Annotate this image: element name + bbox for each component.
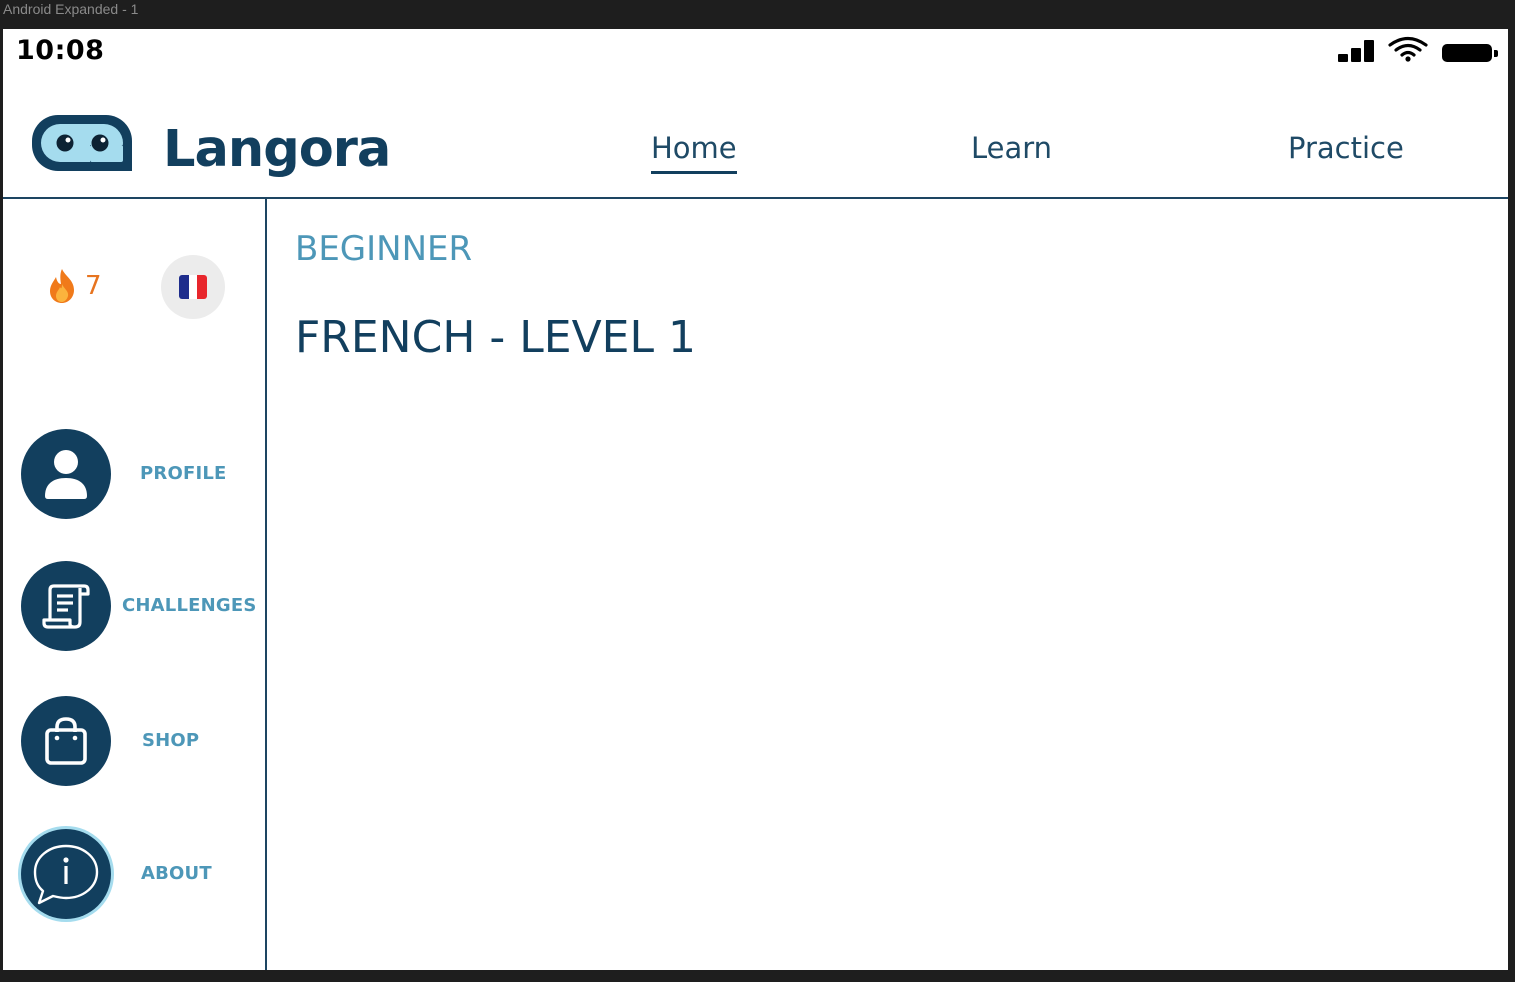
sidebar-item-shop[interactable]: SHOP xyxy=(21,696,265,788)
frame-label: Android Expanded - 1 xyxy=(3,1,139,17)
robot-face-icon[interactable] xyxy=(32,115,132,171)
streak-counter: 7 xyxy=(47,268,102,304)
flame-icon xyxy=(50,269,74,303)
nav-learn[interactable]: Learn xyxy=(971,131,1052,171)
signal-icon xyxy=(1338,40,1374,62)
sidebar-item-challenges[interactable]: CHALLENGES xyxy=(21,561,265,653)
status-time: 10:08 xyxy=(16,35,105,66)
device-screen: 10:08 Langora Home Learn Practice 7 PROF… xyxy=(3,29,1508,970)
info-bubble-icon xyxy=(21,829,111,919)
french-flag-icon[interactable] xyxy=(161,255,225,319)
status-icons xyxy=(1338,36,1498,62)
nav-practice[interactable]: Practice xyxy=(1288,131,1404,171)
status-bar: 10:08 xyxy=(3,29,1508,73)
app-header: Langora Home Learn Practice xyxy=(3,73,1508,197)
sidebar-item-label: CHALLENGES xyxy=(122,595,257,616)
user-icon xyxy=(21,429,111,519)
sidebar-item-label: PROFILE xyxy=(140,463,227,484)
battery-icon xyxy=(1442,44,1498,62)
sidebar-divider xyxy=(265,199,267,970)
course-title: FRENCH - LEVEL 1 xyxy=(295,312,696,363)
sidebar: 7 PROFILE CHALLENGES SHOP ABOUT xyxy=(3,199,265,970)
sidebar-item-label: ABOUT xyxy=(141,863,212,884)
nav-home[interactable]: Home xyxy=(651,131,737,174)
brand-name: Langora xyxy=(163,120,391,179)
sidebar-item-about[interactable]: ABOUT xyxy=(21,829,265,921)
sidebar-item-profile[interactable]: PROFILE xyxy=(21,429,265,521)
wifi-icon xyxy=(1388,36,1428,62)
sidebar-item-label: SHOP xyxy=(142,730,200,751)
level-tag: BEGINNER xyxy=(295,229,473,269)
streak-count: 7 xyxy=(85,271,102,301)
shopping-bag-icon xyxy=(21,696,111,786)
scroll-icon xyxy=(21,561,111,651)
